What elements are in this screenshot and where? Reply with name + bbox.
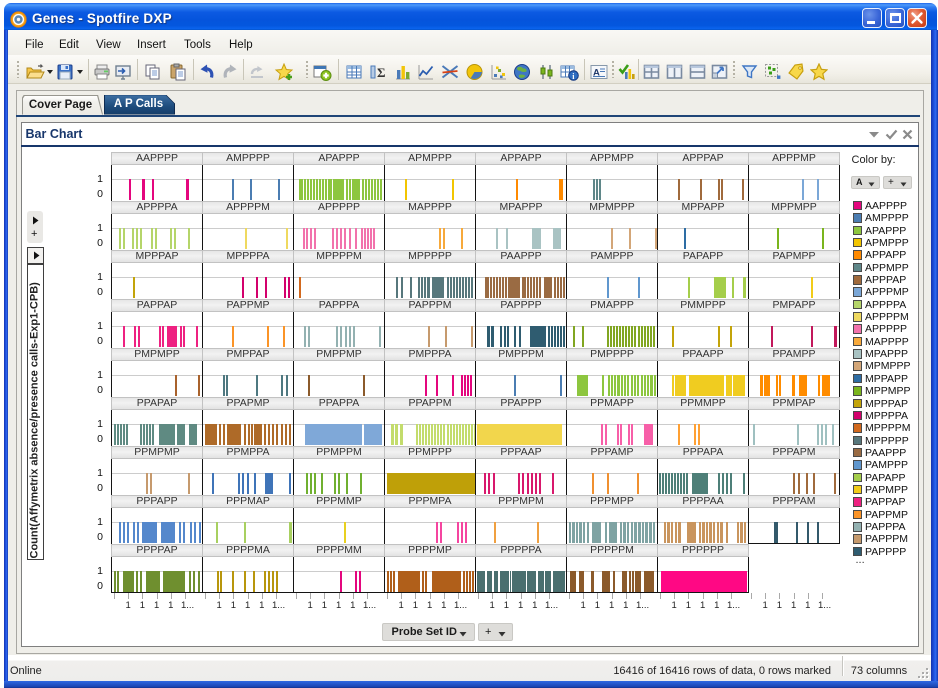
svg-text:Σ: Σ (377, 65, 386, 80)
